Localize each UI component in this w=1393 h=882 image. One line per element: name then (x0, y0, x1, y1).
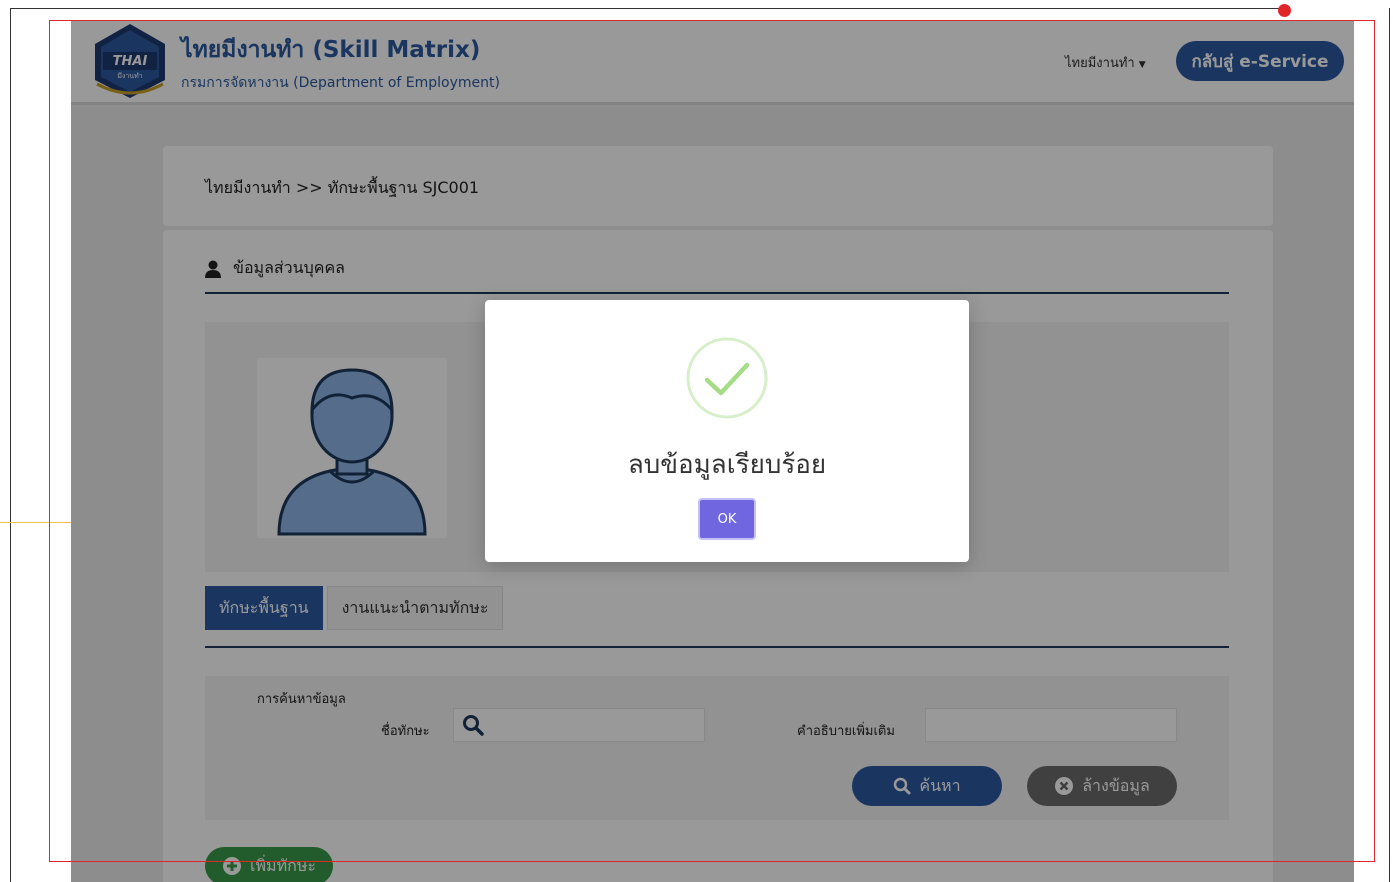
annotation-frame-left (10, 8, 11, 882)
annotation-red-box (49, 20, 1375, 862)
annotation-frame-right (1389, 8, 1390, 882)
annotation-red-dot (1278, 4, 1291, 17)
annotation-frame-top (10, 8, 1290, 9)
